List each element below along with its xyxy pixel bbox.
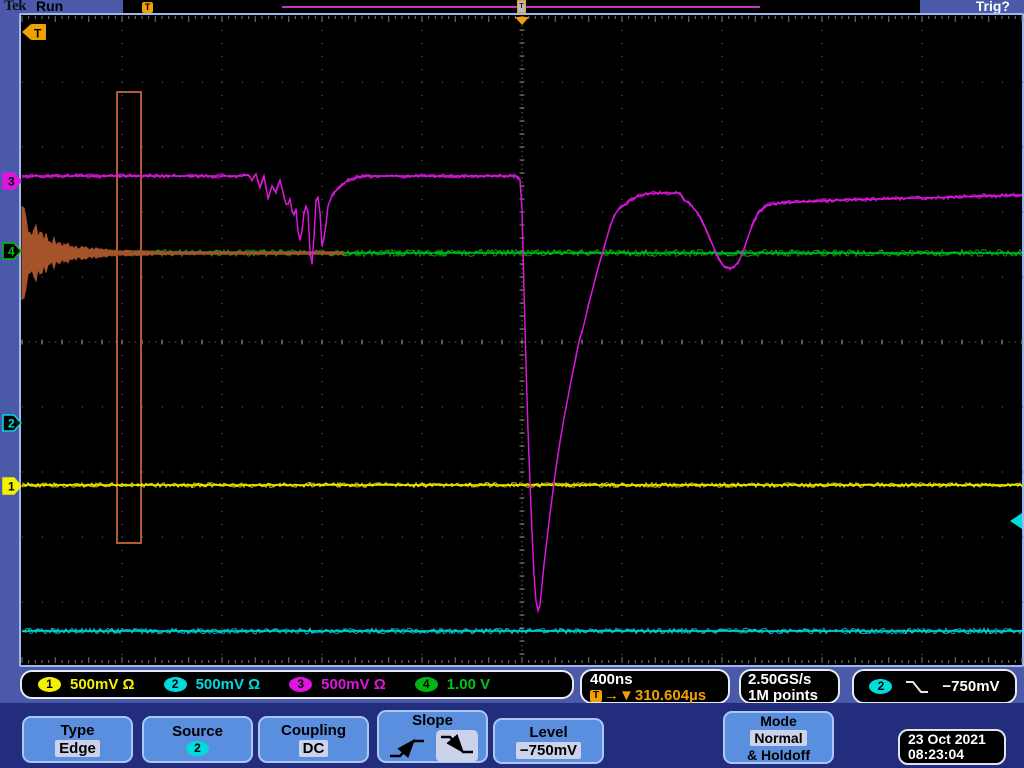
trigger-readout-box: 2 −750mV <box>852 669 1017 704</box>
acquisition-status: Run <box>36 0 64 14</box>
mode-label: Mode <box>760 712 797 729</box>
trigger-t-icon: T <box>590 690 602 702</box>
falling-slope-icon <box>440 733 473 753</box>
channel-3-scale: 500mV Ω <box>321 676 386 693</box>
channel-4-readout[interactable]: 4 1.00 V <box>414 676 491 693</box>
trigger-delay-value: 310.604µs <box>634 687 707 704</box>
slope-button[interactable]: Slope <box>377 710 488 763</box>
channel-2-badge: 2 <box>163 677 187 692</box>
oscilloscope-screen: Tek Run T T Trig? 3421T 1 500mV Ω 2 500m… <box>0 0 1024 768</box>
datetime-box: 23 Oct 2021 08:23:04 <box>898 729 1006 765</box>
source-button[interactable]: Source 2 <box>142 716 253 763</box>
trigger-source-badge: 2 <box>869 679 893 694</box>
svg-text:2: 2 <box>8 417 15 431</box>
svg-text:3: 3 <box>8 175 15 189</box>
trigger-position-slider[interactable]: T <box>517 0 526 13</box>
channel-4-badge: 4 <box>414 677 438 692</box>
graticule-frame <box>19 13 1024 667</box>
falling-slope-selected <box>435 729 478 762</box>
channel-2-readout[interactable]: 2 500mV Ω <box>163 676 261 693</box>
horizontal-scale: 400ns <box>590 671 633 688</box>
trigger-delay-row: T →▼ 310.604µs <box>590 688 728 704</box>
date-value: 23 Oct 2021 <box>908 731 986 747</box>
channel-1-scale: 500mV Ω <box>70 676 135 693</box>
channel-3-badge: 3 <box>289 677 313 692</box>
time-value: 08:23:04 <box>908 746 965 762</box>
sample-rate: 2.50GS/s <box>748 671 812 688</box>
type-label: Type <box>60 722 95 739</box>
channel-1-badge: 1 <box>38 677 61 692</box>
channel-4-scale: 1.00 V <box>446 676 491 693</box>
horizontal-readout-box: 400ns T →▼ 310.604µs <box>580 669 730 704</box>
channel-1-readout[interactable]: 1 500mV Ω <box>38 676 135 693</box>
channel-3-readout[interactable]: 3 500mV Ω <box>289 676 386 693</box>
coupling-label: Coupling <box>281 722 346 739</box>
level-button[interactable]: Level −750mV <box>493 718 604 764</box>
falling-slope-icon <box>906 680 929 693</box>
channel-2-scale: 500mV Ω <box>195 676 261 693</box>
type-button[interactable]: Type Edge <box>22 716 133 763</box>
source-label: Source <box>172 723 223 740</box>
channel-readout-box: 1 500mV Ω 2 500mV Ω 3 500mV Ω 4 1.00 V <box>20 670 574 699</box>
delay-arrow-icon: →▼ <box>604 687 634 704</box>
trigger-level-value: −750mV <box>942 678 1000 695</box>
source-channel-badge: 2 <box>186 741 209 756</box>
mode-value: Normal <box>750 729 807 746</box>
mode-button[interactable]: Mode Normal & Holdoff <box>723 711 834 764</box>
mode-value2: & Holdoff <box>747 746 810 763</box>
acquisition-readout-box: 2.50GS/s 1M points <box>739 669 840 704</box>
level-label: Level <box>529 723 568 741</box>
record-length: 1M points <box>748 687 818 704</box>
level-value: −750mV <box>515 741 582 759</box>
coupling-value: DC <box>298 740 329 757</box>
type-value: Edge <box>55 740 100 757</box>
slope-options <box>388 729 478 762</box>
svg-text:1: 1 <box>8 480 15 494</box>
svg-text:4: 4 <box>8 245 15 259</box>
trigger-t-icon: T <box>142 2 153 13</box>
trigger-state-label: Trig? <box>975 0 1010 14</box>
coupling-button[interactable]: Coupling DC <box>258 716 369 763</box>
slope-label: Slope <box>412 711 453 729</box>
rising-slope-icon <box>389 738 424 758</box>
